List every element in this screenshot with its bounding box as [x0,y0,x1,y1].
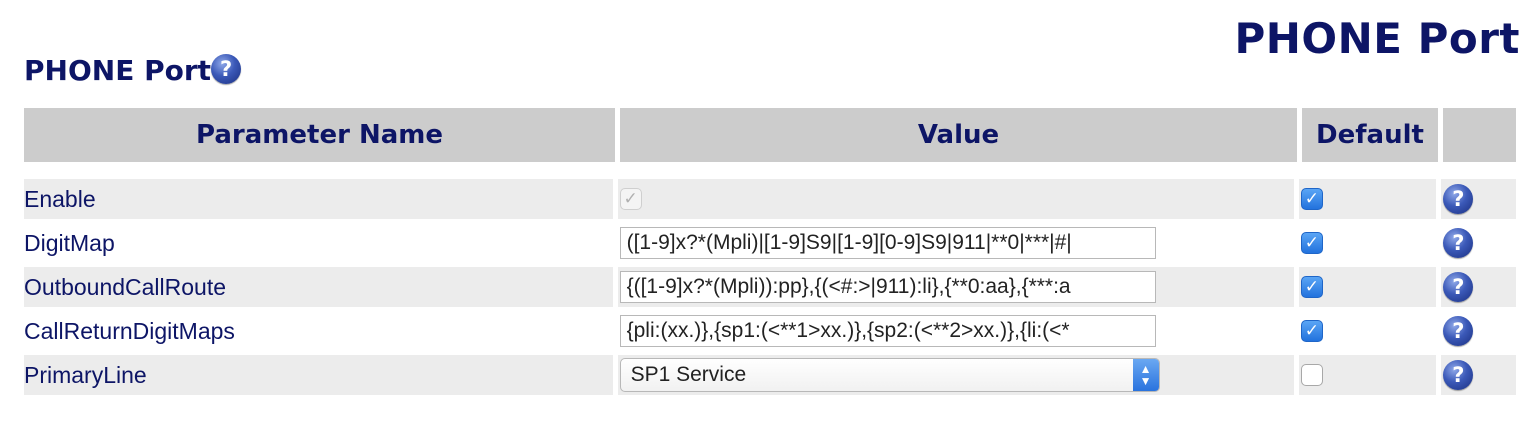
param-name-callreturndigitmaps: CallReturnDigitMaps [24,317,235,344]
callreturndigitmaps-input[interactable]: {pli:(xx.)},{sp1:(<**1>xx.)},{sp2:(<**2>… [619,315,1156,347]
header-value: Value [620,108,1297,162]
enable-default-checkbox[interactable]: ✓ [1300,188,1323,210]
digitmap-input[interactable]: ([1-9]x?*(Mpli)|[1-9]S9|[1-9][0-9]S9|911… [619,227,1156,259]
checkmark-icon: ✓ [1304,189,1319,208]
section-title: PHONE Port ? [24,54,242,87]
outboundcallroute-default-checkbox[interactable]: ✓ [1300,276,1323,298]
checkmark-icon: ✓ [623,189,638,208]
header-default: Default [1302,108,1438,162]
param-name-enable: Enable [24,185,96,212]
param-name-outboundcallroute: OutboundCallRoute [24,273,227,300]
outboundcallroute-input[interactable]: {([1-9]x?*(Mpli)):pp},{(<#:>|911):li},{*… [619,271,1156,303]
chevron-down-icon: ▼ [1139,374,1152,388]
page-title: PHONE Port [1234,14,1520,63]
section-help-icon[interactable]: ? [211,54,242,84]
primaryline-select[interactable]: SP1 Service ▲ ▼ [619,358,1160,392]
callreturndigitmaps-default-checkbox[interactable]: ✓ [1300,320,1323,342]
primaryline-help-icon[interactable]: ? [1443,360,1474,390]
outboundcallroute-help-icon[interactable]: ? [1443,272,1474,302]
primaryline-default-checkbox[interactable] [1300,364,1323,386]
table-header-row: Parameter Name Value Default [24,108,1516,162]
digitmap-help-icon[interactable]: ? [1443,228,1474,258]
select-arrows-icon[interactable]: ▲ ▼ [1132,359,1159,391]
table-row-callreturndigitmaps: CallReturnDigitMaps {pli:(xx.)},{sp1:(<*… [24,311,1516,351]
parameter-table: Parameter Name Value Default Enable ✓ ✓ … [24,108,1516,399]
table-row-primaryline: PrimaryLine SP1 Service ▲ ▼ ? [24,355,1516,395]
header-parameter-name: Parameter Name [24,108,615,162]
digitmap-default-checkbox[interactable]: ✓ [1300,232,1323,254]
table-row-digitmap: DigitMap ([1-9]x?*(Mpli)|[1-9]S9|[1-9][0… [24,223,1516,263]
table-row-enable: Enable ✓ ✓ ? [24,179,1516,219]
checkmark-icon: ✓ [1304,277,1319,296]
header-help [1443,108,1516,162]
param-name-digitmap: DigitMap [24,229,115,256]
table-row-outboundcallroute: OutboundCallRoute {([1-9]x?*(Mpli)):pp},… [24,267,1516,307]
param-name-primaryline: PrimaryLine [24,361,147,388]
section-title-label: PHONE Port [24,54,212,87]
primaryline-select-value: SP1 Service [630,363,747,386]
enable-help-icon[interactable]: ? [1443,184,1474,214]
enable-value-checkbox[interactable]: ✓ [619,188,642,210]
callreturndigitmaps-help-icon[interactable]: ? [1443,316,1474,346]
checkmark-icon: ✓ [1304,233,1319,252]
checkmark-icon: ✓ [1304,321,1319,340]
